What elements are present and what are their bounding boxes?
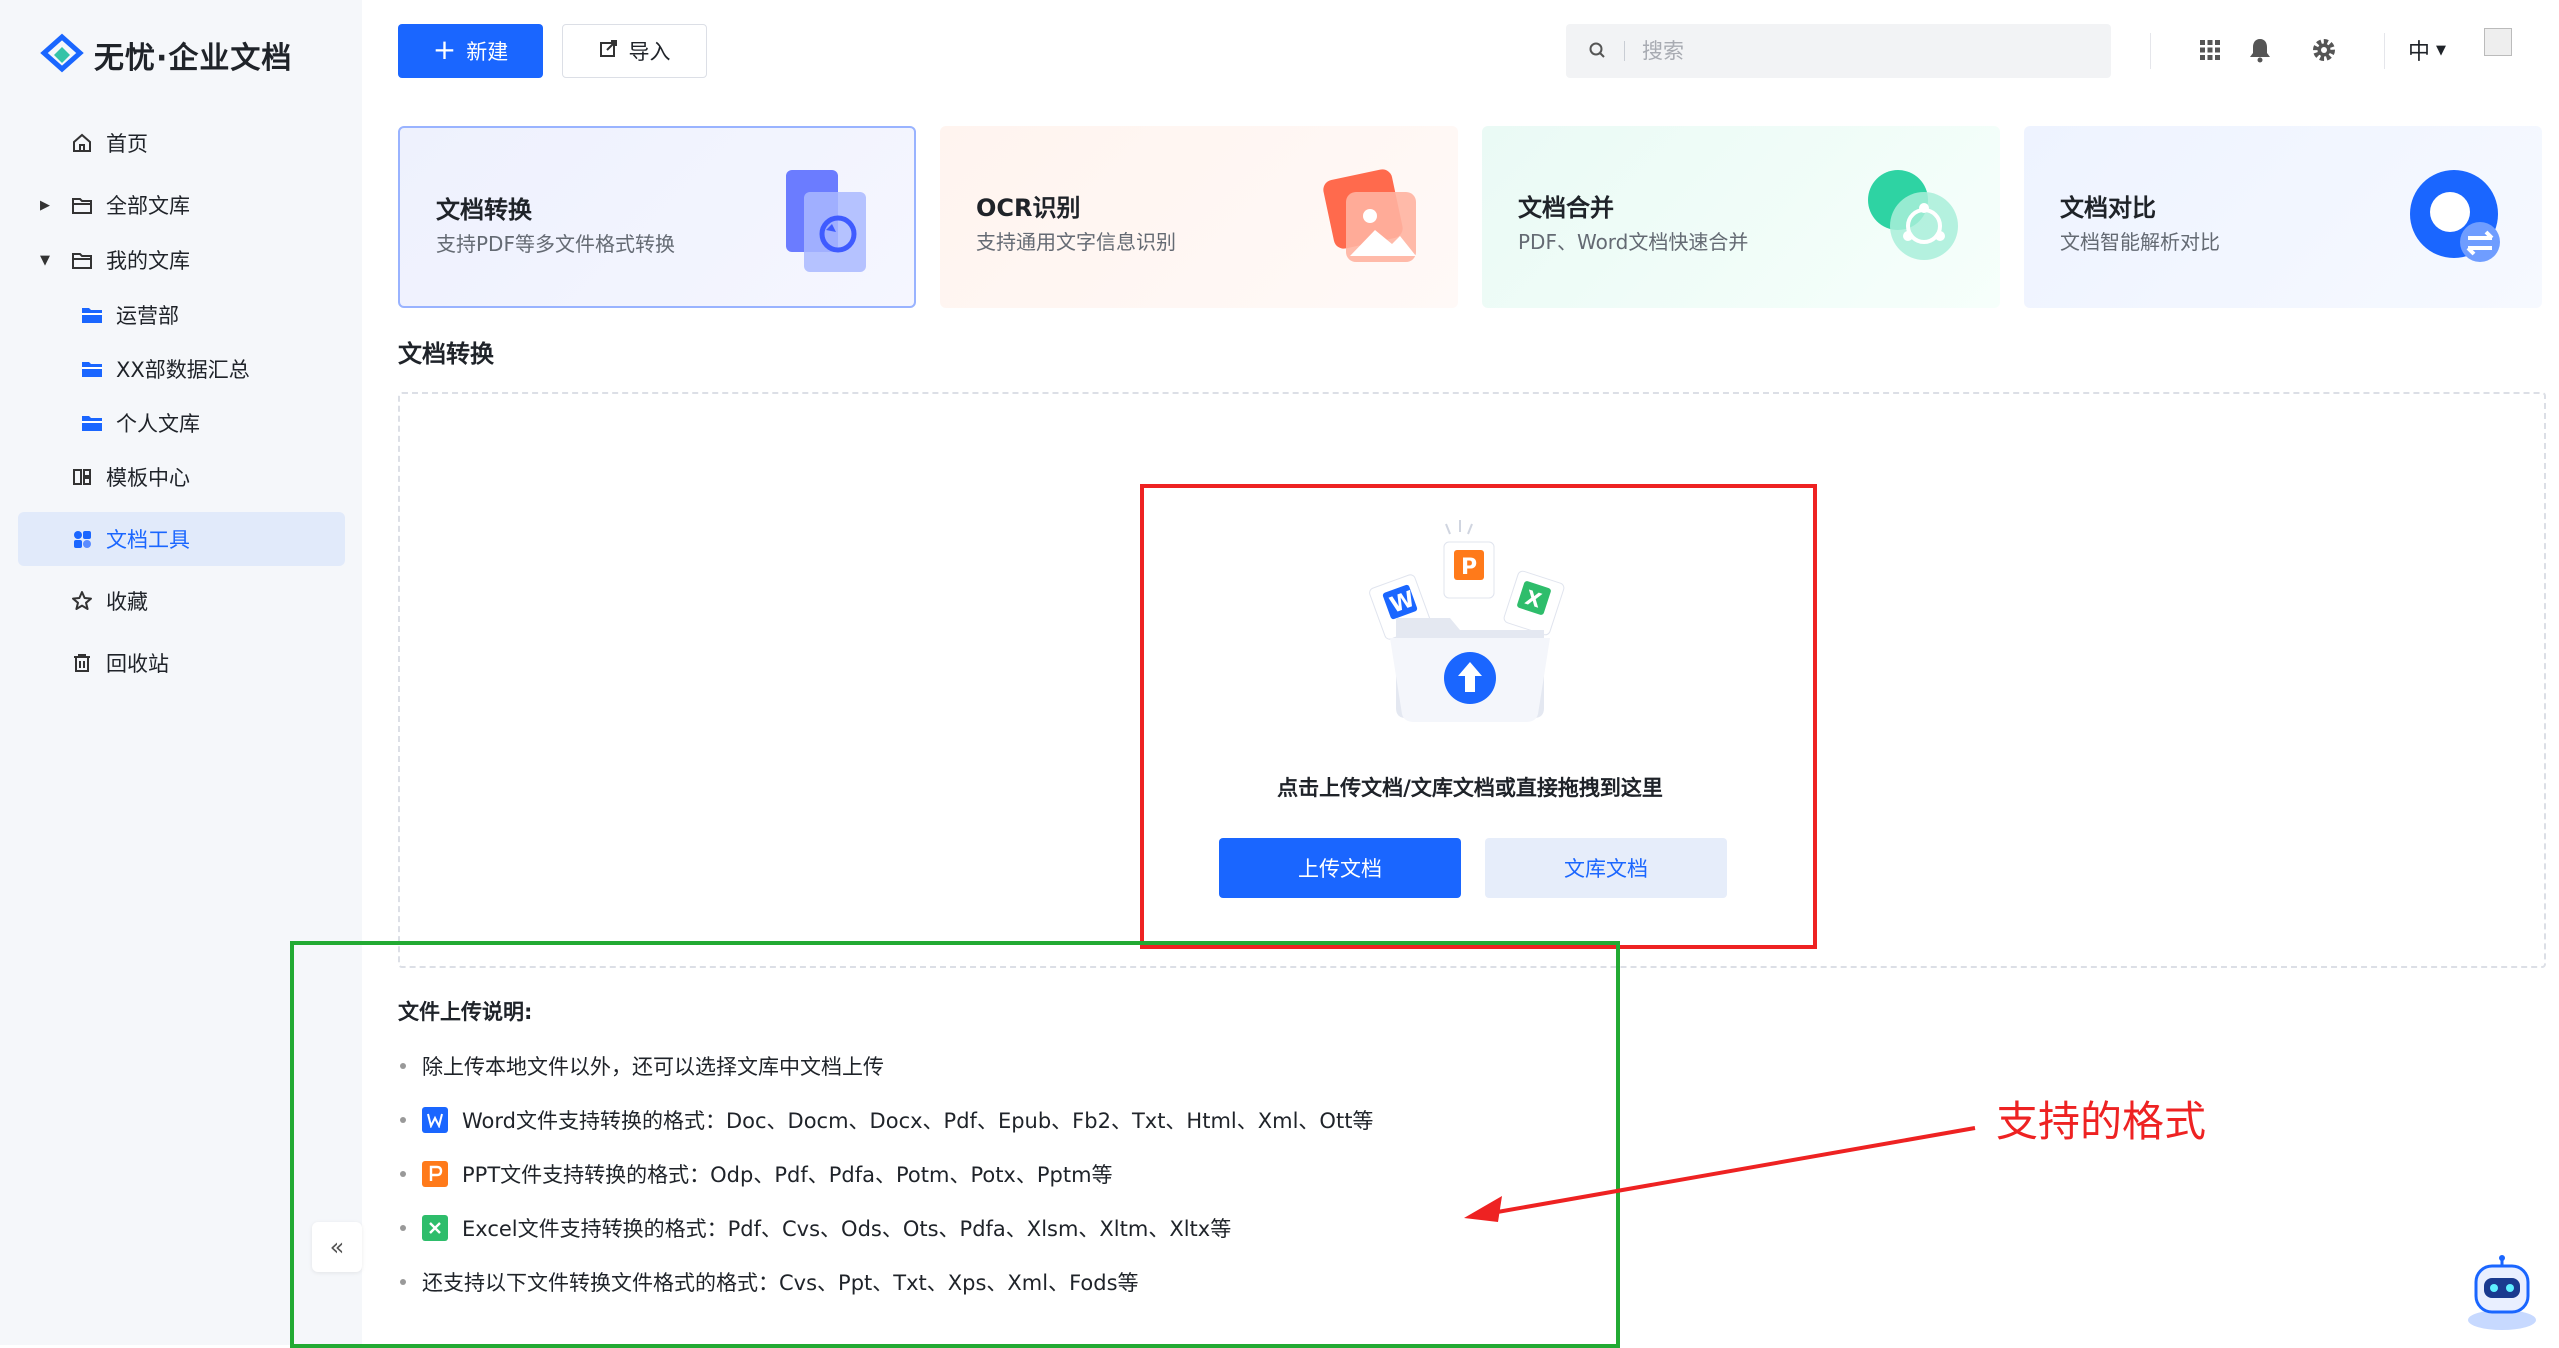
logo-icon [40,33,84,73]
tool-card-desc: 支持PDF等多文件格式转换 [436,232,675,256]
sidebar-item-label: 回收站 [106,652,169,676]
ocr-image-icon [1323,169,1416,262]
search-divider [1624,41,1625,61]
apps-grid-icon[interactable] [2194,34,2226,66]
search-input[interactable] [1640,24,2100,78]
sidebar-item-label: 个人文库 [116,412,200,436]
app-logo[interactable]: 无忧·企业文档 [40,30,292,80]
tool-card-doc-convert[interactable]: 文档转换 支持PDF等多文件格式转换 [398,126,916,308]
sidebar-item-label: 全部文库 [106,194,190,218]
language-label: 中 [2408,40,2431,65]
trash-icon [70,651,94,675]
caret-down-icon[interactable]: ▼ [40,253,50,268]
topbar-divider [2150,33,2151,69]
doc-compare-icon [2410,170,2500,262]
tool-card-desc: PDF、Word文档快速合并 [1518,230,1749,254]
sidebar-item-label: 文档工具 [106,528,190,552]
ai-assistant-icon[interactable] [2462,1254,2542,1332]
search-icon [1588,41,1608,65]
folder-filled-icon [80,411,104,435]
bell-icon[interactable] [2244,34,2276,66]
sidebar-item-personal-library[interactable]: 个人文库 [18,396,345,450]
template-icon [70,465,94,489]
gear-icon[interactable] [2308,34,2340,66]
sidebar-item-trash[interactable]: 回收站 [18,636,345,690]
annotation-arrow-icon [1464,1126,1976,1222]
tool-card-title: 文档对比 [2060,194,2156,222]
sidebar-item-label: 模板中心 [106,466,190,490]
tool-card-desc: 支持通用文字信息识别 [976,230,1176,254]
sidebar-item-label: 首页 [106,132,148,156]
star-icon [70,589,94,613]
annotation-green-box [290,941,1620,1348]
tool-card-title: 文档转换 [436,196,532,224]
import-button-label: 导入 [628,40,671,64]
new-button[interactable]: + 新建 [398,24,543,78]
folder-icon [70,248,94,272]
sidebar-item-favorites[interactable]: 收藏 [18,574,345,628]
sidebar-item-operations[interactable]: 运营部 [18,288,345,342]
annotation-label: 支持的格式 [1996,1097,2207,1146]
sidebar-item-home[interactable]: 首页 [18,116,345,170]
import-button[interactable]: 导入 [562,24,707,78]
sidebar-item-my-library[interactable]: ▼ 我的文库 [18,233,345,287]
caret-down-icon: ▼ [2436,42,2447,58]
tool-card-doc-compare[interactable]: 文档对比 文档智能解析对比 [2024,126,2542,308]
folder-icon [70,193,94,217]
tool-card-desc: 文档智能解析对比 [2060,230,2220,254]
search-box[interactable] [1566,24,2111,78]
language-select[interactable]: 中 ▼ [2408,34,2446,66]
doc-convert-icon [786,170,866,272]
sidebar-item-all-library[interactable]: ▶ 全部文库 [18,178,345,232]
doc-merge-icon [1868,170,1958,260]
tool-card-title: 文档合并 [1518,194,1614,222]
caret-right-icon[interactable]: ▶ [40,198,50,213]
tools-icon [70,527,94,551]
sidebar-item-label: 运营部 [116,304,179,328]
new-button-label: 新建 [466,40,509,64]
topbar-divider [2384,33,2385,69]
home-icon [70,131,94,155]
tool-card-ocr[interactable]: OCR识别 支持通用文字信息识别 [940,126,1458,308]
sidebar-item-doc-tools[interactable]: 文档工具 [18,512,345,566]
sidebar-item-templates[interactable]: 模板中心 [18,450,345,504]
plus-icon: + [432,32,457,66]
folder-filled-icon [80,357,104,381]
logo-text: 无忧·企业文档 [94,41,293,76]
sidebar-item-label: 我的文库 [106,249,190,273]
tool-card-title: OCR识别 [976,194,1081,222]
sidebar-item-label: XX部数据汇总 [116,358,250,382]
tool-card-doc-merge[interactable]: 文档合并 PDF、Word文档快速合并 [1482,126,2000,308]
avatar[interactable] [2484,28,2512,56]
section-title: 文档转换 [398,340,494,368]
annotation-red-box [1140,484,1817,949]
folder-filled-icon [80,303,104,327]
import-icon [599,39,619,64]
sidebar-item-label: 收藏 [106,590,148,614]
sidebar-item-xx-data[interactable]: XX部数据汇总 [18,342,345,396]
